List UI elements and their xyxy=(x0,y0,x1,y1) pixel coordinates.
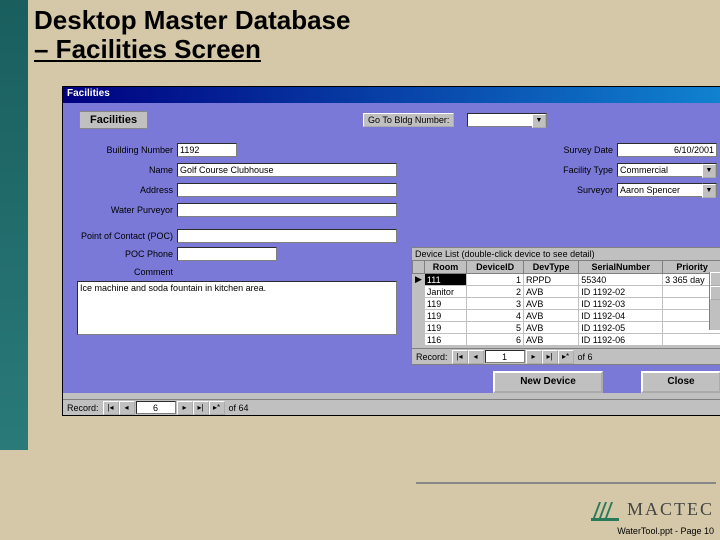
building-number-label: Building Number xyxy=(63,145,173,155)
col-deviceid[interactable]: DeviceID xyxy=(467,261,524,274)
nav-new-button[interactable]: ▸* xyxy=(558,350,574,364)
table-row[interactable]: 1193AVBID 1192-03 xyxy=(413,298,720,310)
survey-date-label: Survey Date xyxy=(533,145,613,155)
outer-nav-current[interactable]: 6 xyxy=(136,401,176,414)
outer-nav-of: of 64 xyxy=(225,403,253,413)
comment-field[interactable]: Ice machine and soda fountain in kitchen… xyxy=(77,281,397,335)
poc-phone-field[interactable] xyxy=(177,247,277,261)
device-nav-of: of 6 xyxy=(574,352,597,362)
logo-icon xyxy=(591,496,621,522)
address-label: Address xyxy=(63,185,173,195)
water-purveyor-field[interactable] xyxy=(177,203,397,217)
col-devtype[interactable]: DevType xyxy=(524,261,579,274)
goto-label: Go To Bldg Number: xyxy=(363,113,454,127)
facility-type-label: Facility Type xyxy=(533,165,613,175)
outer-nav-new-button[interactable]: ▸* xyxy=(209,401,225,415)
close-button[interactable]: Close xyxy=(641,371,720,393)
title-line2: – Facilities Screen xyxy=(34,34,261,64)
slide-title: Desktop Master Database – Facilities Scr… xyxy=(34,6,720,63)
comment-label: Comment xyxy=(63,267,173,277)
poc-field[interactable] xyxy=(177,229,397,243)
outer-nav-prev-button[interactable]: ◂ xyxy=(119,401,135,415)
device-nav-current[interactable]: 1 xyxy=(485,350,525,363)
device-nav: Record: |◂ ◂ 1 ▸ ▸| ▸* of 6 xyxy=(412,348,720,364)
survey-date-field[interactable]: 6/10/2001 xyxy=(617,143,717,157)
surveyor-field[interactable]: Aaron Spencer xyxy=(617,183,703,197)
table-row[interactable]: ▶1111RPPD553403 365 day xyxy=(413,274,720,286)
address-field[interactable] xyxy=(177,183,397,197)
form-body: Facilities Go To Bldg Number: Building N… xyxy=(63,103,720,393)
table-row[interactable]: 1166AVBID 1192-06 xyxy=(413,334,720,346)
name-field[interactable]: Golf Course Clubhouse xyxy=(177,163,397,177)
facility-type-combo[interactable] xyxy=(703,163,717,177)
col-serial[interactable]: SerialNumber xyxy=(579,261,663,274)
building-number-field[interactable]: 1192 xyxy=(177,143,237,157)
outer-nav-next-button[interactable]: ▸ xyxy=(177,401,193,415)
surveyor-combo[interactable] xyxy=(703,183,717,197)
logo: MACTEC xyxy=(591,496,714,522)
poc-phone-label: POC Phone xyxy=(63,249,173,259)
device-list-caption: Device List (double-click device to see … xyxy=(412,248,720,260)
nav-next-button[interactable]: ▸ xyxy=(526,350,542,364)
poc-label: Point of Contact (POC) xyxy=(63,231,173,241)
nav-prev-button[interactable]: ◂ xyxy=(468,350,484,364)
name-label: Name xyxy=(63,165,173,175)
divider xyxy=(416,482,716,484)
device-scrollbar[interactable] xyxy=(709,272,720,330)
goto-bldg-combo[interactable] xyxy=(467,113,547,127)
facilities-window: Facilities Facilities Go To Bldg Number:… xyxy=(62,86,720,416)
surveyor-label: Surveyor xyxy=(533,185,613,195)
row-selector-icon: ▶ xyxy=(413,274,425,286)
slide-content: Desktop Master Database – Facilities Scr… xyxy=(28,0,720,540)
col-room[interactable]: Room xyxy=(424,261,466,274)
footer-text: WaterTool.ppt - Page 10 xyxy=(617,526,714,536)
window-titlebar: Facilities xyxy=(63,87,720,103)
title-line1: Desktop Master Database xyxy=(34,5,350,35)
device-nav-label: Record: xyxy=(412,352,452,362)
nav-first-button[interactable]: |◂ xyxy=(452,350,468,364)
outer-nav-last-button[interactable]: ▸| xyxy=(193,401,209,415)
device-list-frame: Device List (double-click device to see … xyxy=(411,247,720,365)
table-row[interactable]: 1194AVBID 1192-04 xyxy=(413,310,720,322)
water-purveyor-label: Water Purveyor xyxy=(63,205,173,215)
nav-last-button[interactable]: ▸| xyxy=(542,350,558,364)
table-row[interactable]: Janitor2AVBID 1192-02 xyxy=(413,286,720,298)
outer-nav-first-button[interactable]: |◂ xyxy=(103,401,119,415)
facility-type-field[interactable]: Commercial xyxy=(617,163,703,177)
logo-text: MACTEC xyxy=(627,499,714,520)
new-device-button[interactable]: New Device xyxy=(493,371,603,393)
outer-nav: Record: |◂ ◂ 6 ▸ ▸| ▸* of 64 xyxy=(63,399,720,415)
outer-nav-label: Record: xyxy=(63,403,103,413)
slide-sidebar xyxy=(0,0,28,450)
table-row[interactable]: 1195AVBID 1192-05 xyxy=(413,322,720,334)
facilities-tab[interactable]: Facilities xyxy=(79,111,148,129)
table-header-row: Room DeviceID DevType SerialNumber Prior… xyxy=(413,261,720,274)
device-list-table: Room DeviceID DevType SerialNumber Prior… xyxy=(412,260,720,346)
